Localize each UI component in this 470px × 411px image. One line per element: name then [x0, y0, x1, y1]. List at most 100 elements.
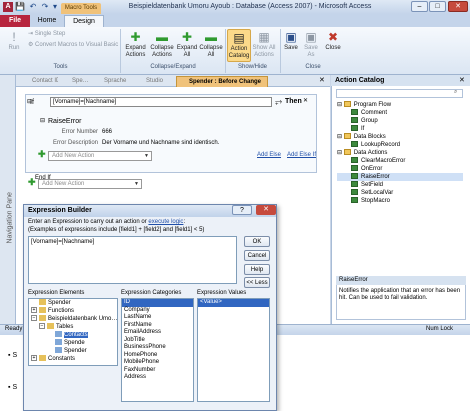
object-tab[interactable]: Studio	[134, 76, 174, 87]
add-new-action-combo-2[interactable]: Add New Action ▼	[38, 179, 142, 189]
category-list-item[interactable]: BusinessPhone	[122, 344, 193, 352]
access-app-icon[interactable]: A	[3, 2, 13, 12]
element-tree-item[interactable]: Spende	[29, 339, 117, 347]
collapse-node-icon[interactable]: −	[39, 323, 45, 330]
run-button[interactable]: ! Run	[3, 29, 25, 62]
save-qat-icon[interactable]: 💾	[15, 2, 25, 12]
action-catalog-button[interactable]: ▤ Action Catalog	[227, 29, 251, 62]
object-tab[interactable]: Sprache	[92, 76, 132, 87]
collapse-action-icon[interactable]: ⊟	[40, 117, 45, 124]
catalog-item[interactable]: ClearMacroError	[337, 157, 463, 165]
expand-node-icon[interactable]: +	[31, 307, 37, 314]
close-object-icon[interactable]: ✕	[319, 76, 325, 84]
undo-qat-icon[interactable]: ↶	[28, 2, 38, 12]
save-as-button[interactable]: ▣ Save As	[302, 29, 320, 62]
tab-file[interactable]: File	[0, 15, 30, 27]
navigation-pane-label[interactable]: Navigation Pane	[7, 144, 14, 243]
element-tree-item[interactable]: + Functions	[29, 307, 117, 315]
category-list-item[interactable]: FirstName	[122, 322, 193, 330]
element-tree-item[interactable]: + Constants	[29, 355, 117, 363]
category-list-item[interactable]: Company	[122, 307, 193, 315]
category-list-item[interactable]: EmailAddress	[122, 329, 193, 337]
tab-design[interactable]: Design	[64, 15, 104, 27]
folder-icon	[343, 149, 351, 156]
category-list-item[interactable]: Address	[122, 374, 193, 382]
collapse-folder-icon[interactable]: ⊟	[337, 102, 344, 108]
category-list-item[interactable]: FaxNumber	[122, 367, 193, 375]
close-catalog-icon[interactable]: ✕	[459, 76, 465, 84]
if-condition-input[interactable]: [Vorname]=[Nachname]	[50, 97, 272, 107]
raiseerror-action-title[interactable]: RaiseError	[48, 118, 81, 125]
element-tree-item[interactable]: Contacts	[29, 331, 117, 339]
chevron-down-icon[interactable]: ▼	[132, 180, 141, 188]
search-icon[interactable]: ⌕	[454, 89, 457, 96]
catalog-item[interactable]: Group	[337, 117, 463, 125]
value-list-item[interactable]: <Value>	[198, 299, 269, 307]
expression-values-list[interactable]: <Value>	[197, 298, 270, 402]
add-else-link[interactable]: Add Else	[257, 152, 281, 158]
maximize-button[interactable]: □	[429, 1, 446, 12]
object-tab-active[interactable]: Spender : Before Change	[176, 76, 268, 87]
expand-all-button[interactable]: ✚ Expand All	[176, 29, 198, 62]
object-tab[interactable]: Spe…	[60, 76, 90, 87]
tab-home[interactable]: Home	[32, 15, 62, 27]
expand-actions-button[interactable]: ✚ Expand Actions	[123, 29, 148, 62]
element-tree-item[interactable]: Spender	[29, 299, 117, 307]
catalog-item[interactable]: StopMacro	[337, 197, 463, 205]
add-new-action-combo[interactable]: Add New Action ▼	[48, 151, 152, 161]
element-tree-item[interactable]: Spender	[29, 347, 117, 355]
category-list-item[interactable]: HomePhone	[122, 352, 193, 360]
expression-builder-icon[interactable]: ⥅	[275, 96, 282, 107]
execute-logic-link[interactable]: execute logic	[148, 219, 183, 225]
convert-macros-button[interactable]: ⚙ Convert Macros to Visual Basic	[28, 41, 118, 48]
collapse-all-button[interactable]: ▬ Collapse All	[199, 29, 223, 62]
category-list-item[interactable]: MobilePhone	[122, 359, 193, 367]
catalog-item[interactable]: If	[337, 125, 463, 133]
dialog-help-icon[interactable]: ?	[232, 205, 252, 215]
object-tab[interactable]: Contact ID	[20, 76, 58, 87]
help-button[interactable]: Help	[244, 264, 270, 275]
close-macro-button[interactable]: ✖ Close	[322, 29, 344, 62]
catalog-item[interactable]: ⊟ Program Flow	[337, 101, 463, 109]
category-list-item[interactable]: JobTitle	[122, 337, 193, 345]
collapse-node-icon[interactable]: −	[31, 315, 37, 322]
catalog-item[interactable]: RaiseError	[337, 173, 463, 181]
category-list-item[interactable]: LastName	[122, 314, 193, 322]
error-number-field[interactable]: 666	[102, 129, 112, 135]
add-else-if-link[interactable]: Add Else If	[287, 152, 316, 158]
delete-if-icon[interactable]: ✕	[303, 97, 308, 104]
single-step-button[interactable]: ⇥ Single Step	[28, 30, 65, 37]
element-tree-item[interactable]: − Tables	[29, 323, 117, 331]
element-tree-item[interactable]: − Beispieldatenbank Umo…	[29, 315, 117, 323]
catalog-item[interactable]: SetLocalVar	[337, 189, 463, 197]
catalog-item[interactable]: ⊟ Data Blocks	[337, 133, 463, 141]
close-window-button[interactable]: ✕	[448, 1, 468, 12]
catalog-search-input[interactable]	[336, 89, 463, 98]
collapse-folder-icon[interactable]: ⊟	[337, 134, 344, 140]
qat-dropdown-icon[interactable]: ▾	[50, 2, 60, 12]
minimize-button[interactable]: –	[411, 1, 428, 12]
catalog-item[interactable]: Comment	[337, 109, 463, 117]
category-list-item[interactable]: ID	[122, 299, 193, 307]
catalog-item[interactable]: OnError	[337, 165, 463, 173]
collapse-folder-icon[interactable]: ⊟	[337, 150, 344, 156]
folder-icon	[39, 307, 46, 314]
save-button[interactable]: ▣ Save	[282, 29, 300, 62]
error-description-field[interactable]: Der Vorname und Nachname sind identisch.	[102, 140, 219, 146]
ok-button[interactable]: OK	[244, 236, 270, 247]
collapse-actions-button[interactable]: ▬ Collapse Actions	[149, 29, 175, 62]
show-all-actions-button[interactable]: ▦ Show All Actions	[252, 29, 276, 62]
catalog-item[interactable]: SetField	[337, 181, 463, 189]
dialog-close-icon[interactable]: ✕	[256, 205, 276, 215]
expression-elements-tree[interactable]: Spender + Functions − Beispieldatenbank Umo……	[28, 298, 118, 366]
expand-node-icon[interactable]: +	[31, 355, 37, 362]
status-left: Ready	[5, 326, 23, 332]
redo-qat-icon[interactable]: ↷	[40, 2, 50, 12]
expression-textbox[interactable]: [Vorname]=[Nachname]	[28, 236, 237, 284]
cancel-button[interactable]: Cancel	[244, 250, 270, 261]
expression-categories-list[interactable]: ID Company LastName FirstName EmailAddress Jo…	[121, 298, 194, 402]
chevron-down-icon[interactable]: ▼	[142, 152, 151, 160]
less-button[interactable]: << Less	[244, 277, 270, 288]
catalog-item[interactable]: LookupRecord	[337, 141, 463, 149]
catalog-item[interactable]: ⊟ Data Actions	[337, 149, 463, 157]
